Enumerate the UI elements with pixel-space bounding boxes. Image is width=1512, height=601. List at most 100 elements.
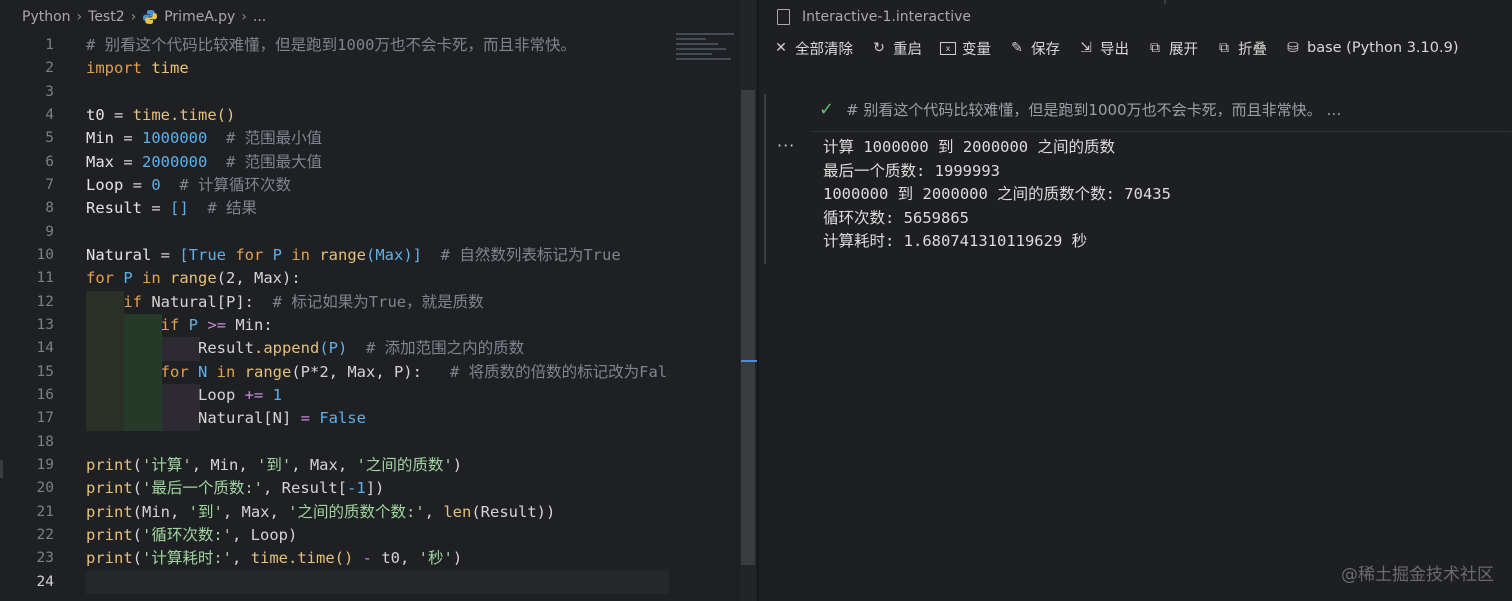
- variables-label: 变量: [962, 41, 991, 58]
- export-button[interactable]: ⇲ 导出: [1078, 38, 1129, 59]
- expand-button[interactable]: ⧉ 展开: [1147, 38, 1198, 59]
- line-number-gutter: 1 2 3 4 5 6 7 8 9 10 11 12 13 14 15 16 17 18 19 20 21 22 23 24: [0, 34, 74, 594]
- line-number: 10: [36, 246, 54, 263]
- collapse-label: 折叠: [1238, 41, 1267, 58]
- tab-bar: Interactive-1.interactive: [759, 0, 1512, 34]
- chevron-right-icon: ›: [241, 9, 247, 25]
- code-line-1: # 别看这个代码比较难懂，但是跑到1000万也不会卡死，而且非常快。: [86, 36, 576, 54]
- kernel-label: base (Python 3.10.9): [1307, 40, 1459, 56]
- code-line-5: Min = 1000000 # 范围最小值: [86, 129, 323, 148]
- check-icon: ✓: [819, 98, 835, 120]
- line-number: 1: [45, 37, 54, 53]
- line-number: 16: [36, 386, 54, 403]
- line-number: 15: [36, 363, 54, 380]
- minimap[interactable]: [676, 30, 738, 78]
- line-number: 2: [45, 60, 54, 77]
- variables-button[interactable]: x 变量: [940, 38, 991, 59]
- export-label: 导出: [1100, 41, 1129, 58]
- output-line: 最后一个质数: 1999993: [823, 161, 1000, 180]
- line-number: 6: [45, 153, 54, 170]
- code-line-15: for N in range(P*2, Max, P): # 将质数的倍数的标记…: [86, 360, 669, 384]
- line-number: 22: [36, 526, 54, 543]
- output-line: 计算 1000000 到 2000000 之间的质数: [823, 138, 1115, 156]
- fold-marker: [0, 460, 3, 478]
- breadcrumb-python[interactable]: Python: [22, 9, 71, 25]
- editor-pane[interactable]: Python › Test2 › PrimeA.py › ... 1234567…: [0, 0, 758, 601]
- close-icon: ✕: [775, 40, 787, 56]
- tab-interactive[interactable]: Interactive-1.interactive: [759, 0, 971, 34]
- breadcrumb-tail[interactable]: ...: [253, 9, 266, 25]
- line-number: 23: [36, 550, 54, 567]
- line-number: 24: [36, 573, 54, 590]
- interactive-toolbar: ✕ 全部清除 ↻ 重启 x 变量 ✎ 保存 ⇲ 导出 ⧉ 展开 ⧉ 折叠 ⛁ b: [759, 34, 1512, 62]
- line-number: 18: [36, 433, 54, 450]
- editor-scrollbar-thumb[interactable]: [741, 90, 755, 565]
- restart-label: 重启: [893, 41, 922, 58]
- clear-all-button[interactable]: ✕ 全部清除: [773, 38, 853, 59]
- export-icon: ⇲: [1080, 40, 1092, 56]
- breadcrumb: Python › Test2 › PrimeA.py › ...: [0, 0, 762, 34]
- kernel-icon: ⛁: [1287, 40, 1299, 56]
- code-line-22: print('循环次数:', Loop): [86, 525, 298, 544]
- line-number: 7: [45, 176, 54, 193]
- line-number: 21: [36, 503, 54, 520]
- line-number: 3: [45, 83, 54, 100]
- line-number: 20: [36, 480, 54, 497]
- code-line-8: Result = [] # 结果: [86, 199, 257, 218]
- variables-icon: x: [940, 41, 956, 55]
- code-line-10: Natural = [True for P in range(Max)] # 自…: [86, 245, 621, 264]
- restart-icon: ↻: [873, 40, 885, 56]
- code-line-2: import time: [86, 59, 189, 78]
- chevron-right-icon: ›: [76, 9, 83, 25]
- expand-label: 展开: [1169, 41, 1198, 58]
- cell-gutter-bar: [764, 94, 766, 264]
- code-line-20: print('最后一个质数:', Result[-1]): [86, 479, 385, 498]
- scrollbar-cursor-marker: [741, 360, 757, 362]
- interactive-window[interactable]: Interactive-1.interactive ✕ 全部清除 ↻ 重启 x …: [759, 0, 1512, 601]
- line-number: 9: [45, 223, 54, 240]
- chevron-right-icon: ›: [130, 9, 137, 25]
- cell-output: 计算 1000000 到 2000000 之间的质数 最后一个质数: 19999…: [823, 136, 1171, 254]
- code-line-24[interactable]: [86, 570, 669, 594]
- output-line: 计算耗时: 1.680741310119629 秒: [823, 232, 1088, 250]
- code-line-13: if P >= Min:: [86, 313, 669, 338]
- kernel-selector[interactable]: ⛁ base (Python 3.10.9): [1285, 40, 1458, 56]
- more-actions-icon[interactable]: ···: [777, 136, 795, 155]
- line-number: 19: [36, 456, 54, 473]
- code-line-11: for P in range(2, Max):: [86, 269, 301, 288]
- save-label: 保存: [1031, 41, 1060, 58]
- expand-icon: ⧉: [1150, 40, 1160, 56]
- code-line-19: print('计算', Min, '到', Max, '之间的质数'): [86, 455, 463, 474]
- save-icon: ✎: [1011, 40, 1023, 56]
- code-line-16: Loop += 1: [86, 383, 669, 408]
- code-line-23: print('计算耗时:', time.time() - t0, '秒'): [86, 549, 463, 568]
- line-number: 11: [36, 270, 54, 287]
- breadcrumb-file[interactable]: PrimeA.py: [164, 9, 235, 25]
- cell-input-preview: # 别看这个代码比较难懂，但是跑到1000万也不会卡死，而且非常快。 …: [846, 100, 1342, 119]
- code-line-21: print(Min, '到', Max, '之间的质数个数:', len(Res…: [86, 502, 556, 521]
- line-number: 8: [45, 200, 54, 217]
- collapse-button[interactable]: ⧉ 折叠: [1216, 38, 1267, 59]
- code-line-7: Loop = 0 # 计算循环次数: [86, 175, 291, 194]
- code-line-4: t0 = time.time(): [86, 105, 236, 124]
- cell-input-collapsed[interactable]: ✓ # 别看这个代码比较难懂，但是跑到1000万也不会卡死，而且非常快。 …: [819, 94, 1499, 124]
- cell-separator: [811, 131, 1511, 132]
- code-line-14: Result.append(P) # 添加范围之内的质数: [86, 337, 669, 361]
- python-file-icon: [143, 10, 158, 24]
- breadcrumb-test2[interactable]: Test2: [88, 9, 124, 25]
- output-line: 1000000 到 2000000 之间的质数个数: 70435: [823, 185, 1171, 203]
- code-line-12: if Natural[P]: # 标记如果为True，就是质数: [86, 290, 669, 314]
- line-number: 17: [36, 410, 54, 427]
- save-button[interactable]: ✎ 保存: [1009, 38, 1060, 59]
- watermark: @稀土掘金技术社区: [1341, 565, 1494, 585]
- line-number: 14: [36, 340, 54, 357]
- clear-all-label: 全部清除: [795, 41, 853, 58]
- line-number: 4: [45, 106, 54, 123]
- restart-button[interactable]: ↻ 重启: [871, 38, 922, 59]
- tab-separator: [1164, 0, 1166, 4]
- tab-label: Interactive-1.interactive: [802, 9, 971, 25]
- code-area[interactable]: # 别看这个代码比较难懂，但是跑到1000万也不会卡死，而且非常快。 impor…: [86, 34, 669, 594]
